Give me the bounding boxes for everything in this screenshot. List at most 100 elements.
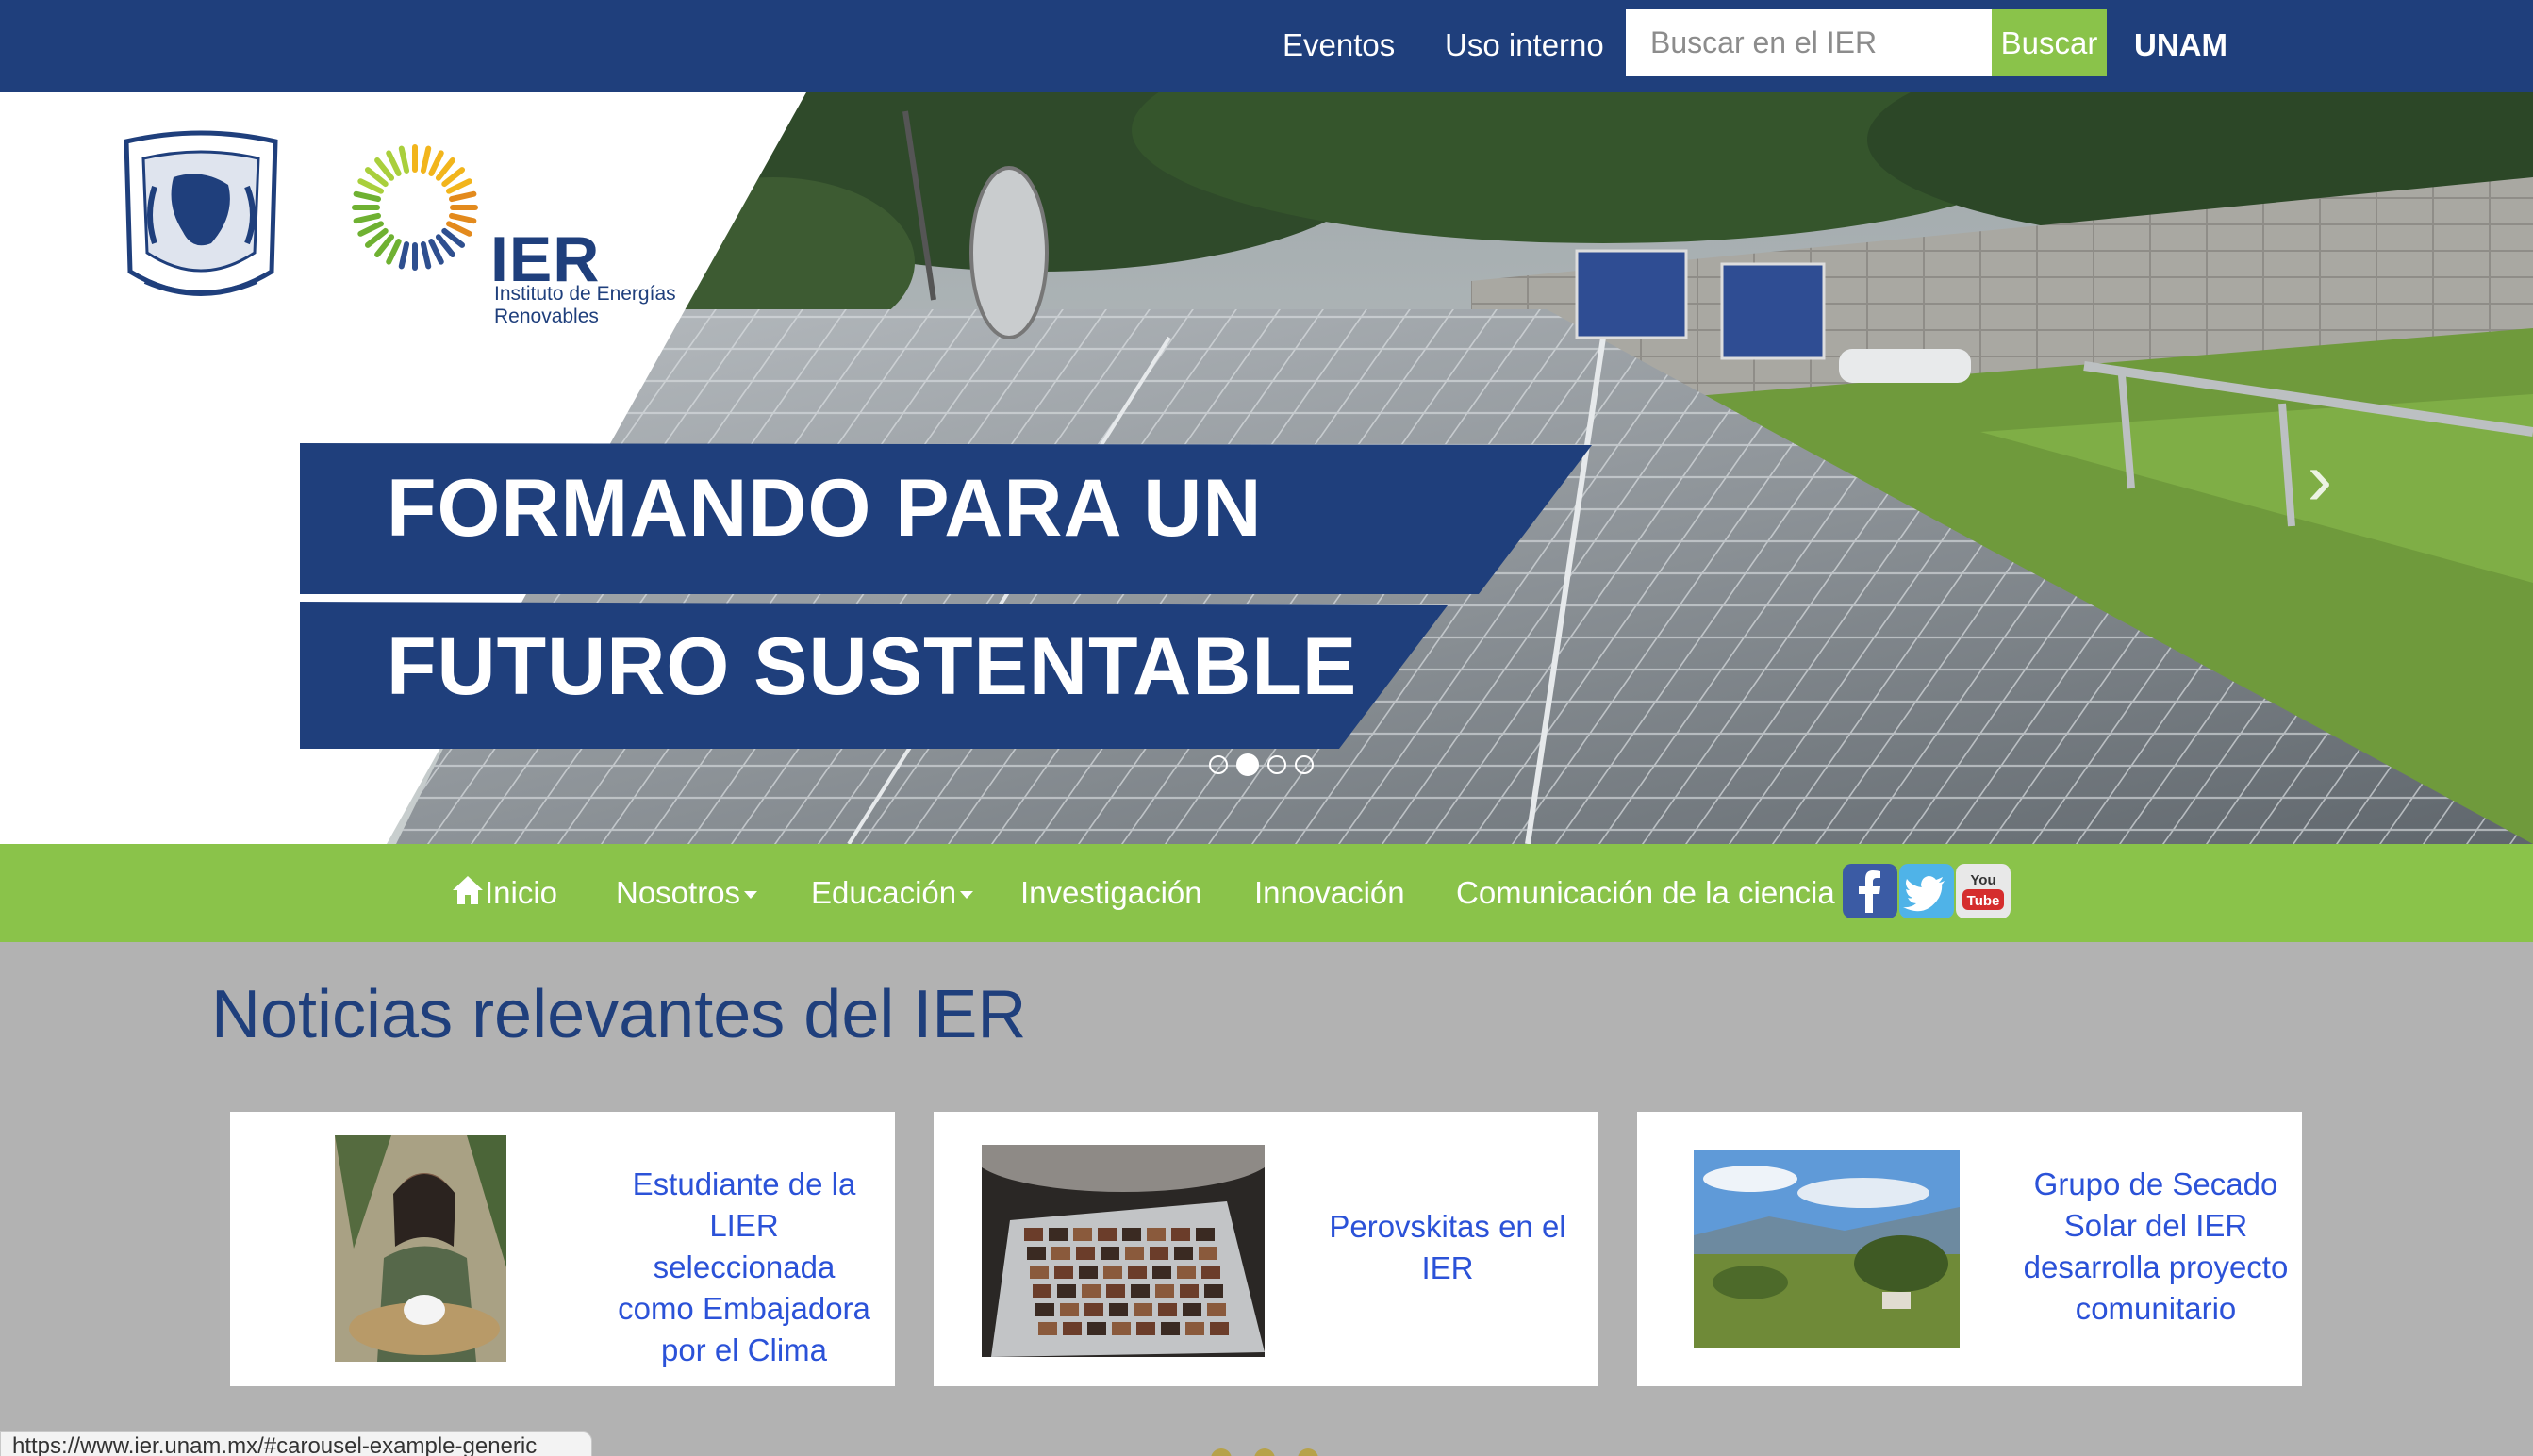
sample-square (1084, 1303, 1103, 1316)
search-button[interactable]: Buscar (1992, 9, 2107, 76)
news-card[interactable]: Perovskitas en el IER (934, 1112, 1598, 1386)
student-photo (335, 1135, 506, 1362)
unam-link[interactable]: UNAM (2134, 0, 2227, 92)
sample-square (1199, 1247, 1217, 1260)
sample-square (1051, 1247, 1070, 1260)
sample-square (1030, 1266, 1049, 1279)
sample-square (1128, 1266, 1147, 1279)
sample-square (1109, 1303, 1128, 1316)
caret-down-icon (960, 891, 974, 900)
sample-square (1035, 1303, 1054, 1316)
sample-square (1027, 1247, 1046, 1260)
caption-line-1: FORMANDO PARA UN (387, 463, 1263, 554)
sample-square (1185, 1322, 1204, 1335)
carousel-dot-2[interactable] (1236, 753, 1259, 776)
sample-square (1054, 1266, 1073, 1279)
caption-line-2: FUTURO SUSTENTABLE (387, 621, 1358, 712)
sample-square (1201, 1266, 1220, 1279)
youtube-icon[interactable]: You Tube (1956, 864, 2011, 918)
news-image[interactable] (1694, 1150, 1960, 1348)
caret-down-icon (744, 891, 758, 900)
carousel-dot-3[interactable] (1267, 755, 1286, 774)
carousel-next-arrow-icon[interactable]: › (2292, 432, 2348, 526)
carousel-dot-4[interactable] (1295, 755, 1314, 774)
sample-square (1155, 1284, 1174, 1298)
sample-square (1098, 1228, 1117, 1241)
top-bar: Eventos Uso interno Buscar UNAM (0, 0, 2533, 92)
sample-square (1024, 1228, 1043, 1241)
sample-square (1060, 1303, 1079, 1316)
nav-inicio-label: Inicio (485, 875, 558, 910)
sample-square (1125, 1247, 1144, 1260)
main-nav: Inicio Nosotros Educación Investigación … (0, 844, 2533, 942)
sample-square (1158, 1303, 1177, 1316)
nav-educacion-label: Educación (811, 875, 957, 910)
facebook-icon[interactable] (1843, 864, 1897, 918)
nav-nosotros[interactable]: Nosotros (616, 844, 758, 942)
news-image[interactable] (982, 1145, 1265, 1357)
sample-square (1207, 1303, 1226, 1316)
search-input[interactable] (1626, 9, 1992, 76)
news-card[interactable]: Estudiante de la LIER seleccionada como … (230, 1112, 895, 1386)
svg-text:You: You (1970, 872, 1995, 888)
svg-text:Tube: Tube (1967, 893, 2000, 909)
sample-square (1076, 1247, 1095, 1260)
solar-drying-landscape-photo (1694, 1150, 1960, 1348)
nav-innovacion[interactable]: Innovación (1254, 844, 1405, 942)
caption-banner (300, 443, 1592, 749)
news-title[interactable]: Estudiante de la LIER seleccionada como … (617, 1164, 871, 1371)
sample-square (1073, 1228, 1092, 1241)
nav-investigacion[interactable]: Investigación (1020, 844, 1202, 942)
eventos-link[interactable]: Eventos (1283, 0, 1395, 92)
sample-square (1087, 1322, 1106, 1335)
news-dot-2[interactable] (1254, 1448, 1275, 1456)
sample-square (1049, 1228, 1068, 1241)
news-heading: Noticias relevantes del IER (211, 977, 1027, 1052)
twitter-icon[interactable] (1899, 864, 1954, 918)
sample-square (1152, 1266, 1171, 1279)
sample-square (1131, 1284, 1150, 1298)
news-carousel-indicators (1211, 1448, 1318, 1456)
sample-square (1204, 1284, 1223, 1298)
nav-comunicacion[interactable]: Comunicación de la ciencia (1456, 844, 1835, 942)
nav-inicio[interactable]: Inicio (451, 844, 557, 942)
sample-square (1082, 1284, 1101, 1298)
sample-square (1033, 1284, 1051, 1298)
sample-square (1161, 1322, 1180, 1335)
carousel-dot-1[interactable] (1209, 755, 1228, 774)
perovskite-samples-photo (982, 1145, 1265, 1357)
sample-square (1177, 1266, 1196, 1279)
sample-square (1136, 1322, 1155, 1335)
news-card[interactable]: Grupo de Secado Solar del IER desarrolla… (1637, 1112, 2302, 1386)
sample-square (1063, 1322, 1082, 1335)
news-dot-3[interactable] (1298, 1448, 1318, 1456)
sample-square (1112, 1322, 1131, 1335)
news-title[interactable]: Perovskitas en el IER (1311, 1206, 1584, 1289)
sample-square (1180, 1284, 1199, 1298)
sample-square (1038, 1322, 1057, 1335)
hero-carousel: IER Instituto de Energías Renovables FOR… (0, 92, 2533, 844)
nav-educacion[interactable]: Educación (811, 844, 974, 942)
sample-square (1106, 1284, 1125, 1298)
sample-square (1101, 1247, 1119, 1260)
sample-square (1103, 1266, 1122, 1279)
sample-square (1147, 1228, 1166, 1241)
carousel-prev-arrow-icon[interactable]: ‹ (257, 432, 313, 526)
sample-square (1079, 1266, 1098, 1279)
sample-square (1174, 1247, 1193, 1260)
nav-nosotros-label: Nosotros (616, 875, 741, 910)
sample-square (1134, 1303, 1152, 1316)
browser-status-url: https://www.ier.unam.mx/#carousel-exampl… (0, 1431, 592, 1456)
sample-square (1122, 1228, 1141, 1241)
sample-square (1183, 1303, 1201, 1316)
sample-square (1057, 1284, 1076, 1298)
news-image[interactable] (335, 1135, 506, 1362)
uso-interno-link[interactable]: Uso interno (1445, 0, 1604, 92)
sample-square (1210, 1322, 1229, 1335)
news-title[interactable]: Grupo de Secado Solar del IER desarrolla… (2014, 1164, 2297, 1330)
sample-square (1171, 1228, 1190, 1241)
news-dot-1[interactable] (1211, 1448, 1232, 1456)
sample-square (1150, 1247, 1168, 1260)
sample-square (1196, 1228, 1215, 1241)
carousel-indicators (1209, 753, 1314, 777)
